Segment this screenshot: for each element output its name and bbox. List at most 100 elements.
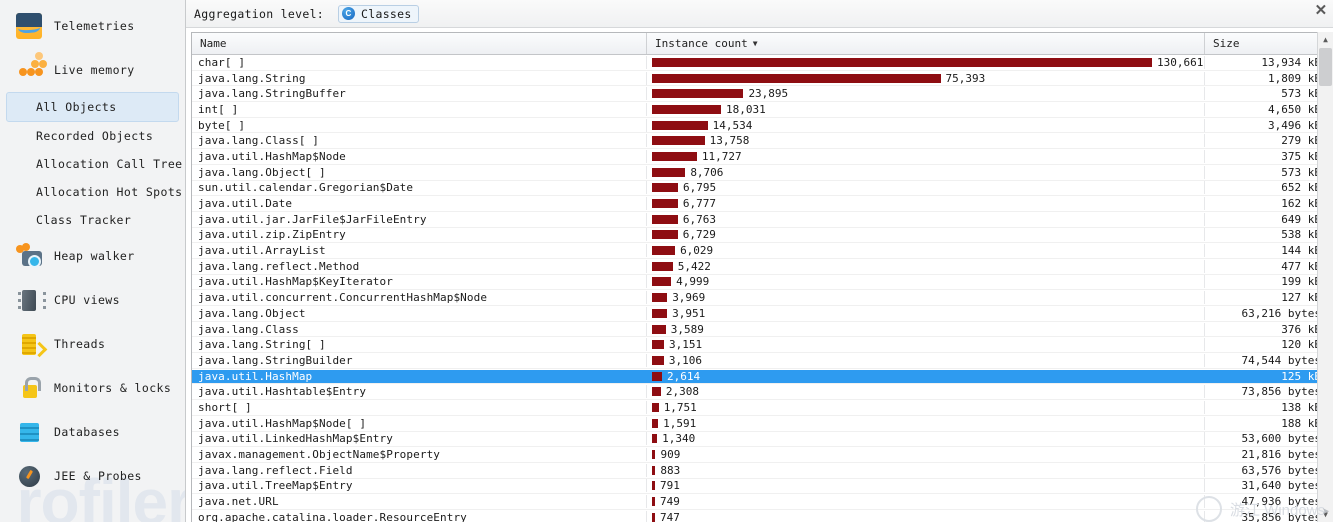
cell-size: 538 kB [1281,228,1321,242]
instance-count-value: 909 [660,448,681,462]
resize-corner-icon[interactable]: ➤ [1322,505,1330,520]
instance-count-value: 75,393 [945,71,986,85]
cell-size: 13,934 kB [1261,55,1321,69]
cell-class-name: java.lang.StringBuffer [192,87,647,101]
instance-count-value: 1,591 [663,416,697,430]
instance-count-value: 749 [660,495,680,509]
table-row[interactable]: java.util.HashMap$KeyIterator 4,999 199 kB [192,275,1330,291]
table-row[interactable]: java.util.HashMap$Node 11,727 375 kB [192,149,1330,165]
table-row[interactable]: java.net.URL 749 47,936 bytes [192,494,1330,510]
table-row[interactable]: java.util.Date 6,777 162 kB [192,196,1330,212]
cell-class-name: java.util.HashMap$KeyIterator [192,275,647,289]
table-row[interactable]: java.util.TreeMap$Entry 791 31,640 bytes [192,479,1330,495]
scroll-up-icon[interactable]: ▲ [1318,32,1333,47]
sidebar-item-recorded-objects[interactable]: Recorded Objects [6,122,179,150]
cell-size: 127 kB [1281,291,1321,305]
sidebar-item-label: Heap walker [54,249,135,263]
cell-instance-count: 130,661 [647,55,1205,69]
cell-size: 21,816 bytes [1241,448,1321,462]
table-row[interactable]: java.util.HashMap 2,614 125 kB [192,369,1330,385]
cell-class-name: java.lang.Object [192,306,647,320]
table-row[interactable]: javax.management.ObjectName$Property 909 2… [192,447,1330,463]
cell-size: 1,809 kB [1268,71,1321,85]
table-row[interactable]: java.lang.Class[ ] 13,758 279 kB [192,133,1330,150]
cell-size: 63,216 bytes [1241,306,1321,320]
table-row[interactable]: java.lang.String[ ] 3,151 120 kB [192,337,1330,354]
table-row[interactable]: java.lang.Class 3,589 376 kB [192,322,1330,338]
cell-size: 375 kB [1281,149,1321,163]
table-row[interactable]: java.lang.StringBuffer 23,895 573 kB [192,86,1330,103]
aggregation-level-selector[interactable]: C Classes [338,4,419,23]
instance-count-bar [652,371,662,381]
live-memory-icon [16,57,42,83]
cell-instance-count: 6,029 [647,244,1205,258]
jee-probes-icon [16,463,42,489]
sidebar-item-databases[interactable]: Databases [6,410,179,454]
monitors-locks-icon [16,375,42,401]
sidebar-item-live-memory[interactable]: Live memory [6,48,179,92]
table-header: Name Instance count ▼ Size [192,33,1330,55]
column-header-name[interactable]: Name [192,33,647,54]
table-row[interactable]: org.apache.catalina.loader.ResourceEntry… [192,510,1330,522]
instance-count-value: 2,614 [667,369,701,383]
sidebar-item-all-objects[interactable]: All Objects [6,92,179,122]
cell-instance-count: 3,151 [647,338,1205,352]
table-row[interactable]: java.util.zip.ZipEntry 6,729 538 kB [192,228,1330,244]
cell-size: 120 kB [1281,338,1321,352]
table-row[interactable]: short[ ] 1,751 138 kB [192,400,1330,416]
cell-class-name: int[ ] [192,102,647,116]
class-badge-icon: C [342,7,356,20]
sidebar-item-label: CPU views [54,293,120,307]
instance-count-value: 130,661 [1157,55,1204,69]
table-row[interactable]: java.util.HashMap$Node[ ] 1,591 188 kB [192,416,1330,432]
cell-class-name: java.net.URL [192,495,647,509]
table-row[interactable]: sun.util.calendar.Gregorian$Date 6,795 652… [192,181,1330,197]
column-header-instance-count[interactable]: Instance count ▼ [647,33,1205,54]
sidebar-item-threads[interactable]: Threads [6,322,179,366]
cell-instance-count: 2,614 [647,369,1205,383]
sidebar-item-allocation-hot-spots[interactable]: Allocation Hot Spots [6,178,182,206]
table-row[interactable]: byte[ ] 14,534 3,496 kB [192,118,1330,134]
cell-size: 138 kB [1281,400,1321,414]
cell-class-name: java.lang.Class [192,322,647,336]
column-header-size[interactable]: Size [1205,33,1330,54]
vertical-scrollbar[interactable]: ▲ ▼ [1317,32,1333,522]
sidebar-item-label: Monitors & locks [54,381,172,395]
sidebar-item-label: All Objects [36,100,117,114]
table-row[interactable]: java.util.Hashtable$Entry 2,308 73,856 byt… [192,384,1330,401]
table-row[interactable]: char[ ] 130,661 13,934 kB [192,55,1330,71]
sidebar-item-allocation-call-tree[interactable]: Allocation Call Tree [6,150,182,178]
sidebar-item-telemetries[interactable]: Telemetries [6,4,179,48]
sidebar-item-cpu-views[interactable]: CPU views [6,278,179,322]
scrollbar-thumb[interactable] [1319,48,1332,86]
heap-walker-icon [16,243,42,269]
cell-instance-count: 909 [647,448,1205,462]
instance-count-bar [652,387,661,397]
cell-instance-count: 6,795 [647,181,1205,195]
table-row[interactable]: java.util.LinkedHashMap$Entry 1,340 53,600… [192,432,1330,448]
table-row[interactable]: java.util.ArrayList 6,029 144 kB [192,243,1330,259]
table-row[interactable]: java.lang.reflect.Method 5,422 477 kB [192,259,1330,275]
sidebar-item-class-tracker[interactable]: Class Tracker [6,206,179,234]
instance-count-value: 3,969 [672,291,706,305]
cell-instance-count: 6,729 [647,228,1205,242]
table-row[interactable]: java.lang.String 75,393 1,809 kB [192,71,1330,87]
table-row[interactable]: java.lang.Object 3,951 63,216 bytes [192,306,1330,322]
cell-instance-count: 8,706 [647,165,1205,179]
cell-instance-count: 1,751 [647,400,1205,414]
cell-class-name: java.util.HashMap$Node [192,149,647,163]
close-icon[interactable]: ✕ [1313,3,1329,19]
instance-count-bar [652,261,673,271]
sidebar-item-jee-probes[interactable]: JEE & Probes [6,454,179,498]
sidebar-item-label: JEE & Probes [54,469,142,483]
table-row[interactable]: java.util.concurrent.ConcurrentHashMap$N… [192,290,1330,306]
sidebar-item-heap-walker[interactable]: Heap walker [6,234,179,278]
table-row[interactable]: java.util.jar.JarFile$JarFileEntry 6,763 6… [192,212,1330,228]
table-row[interactable]: int[ ] 18,031 4,650 kB [192,102,1330,118]
table-row[interactable]: java.lang.reflect.Field 883 63,576 bytes [192,463,1330,479]
instance-count-value: 13,758 [709,134,750,148]
table-row[interactable]: java.lang.Object[ ] 8,706 573 kB [192,165,1330,181]
instance-count-bar [652,293,668,303]
sidebar-item-monitors-locks[interactable]: Monitors & locks [6,366,179,410]
table-row[interactable]: java.lang.StringBuilder 3,106 74,544 bytes [192,353,1330,369]
